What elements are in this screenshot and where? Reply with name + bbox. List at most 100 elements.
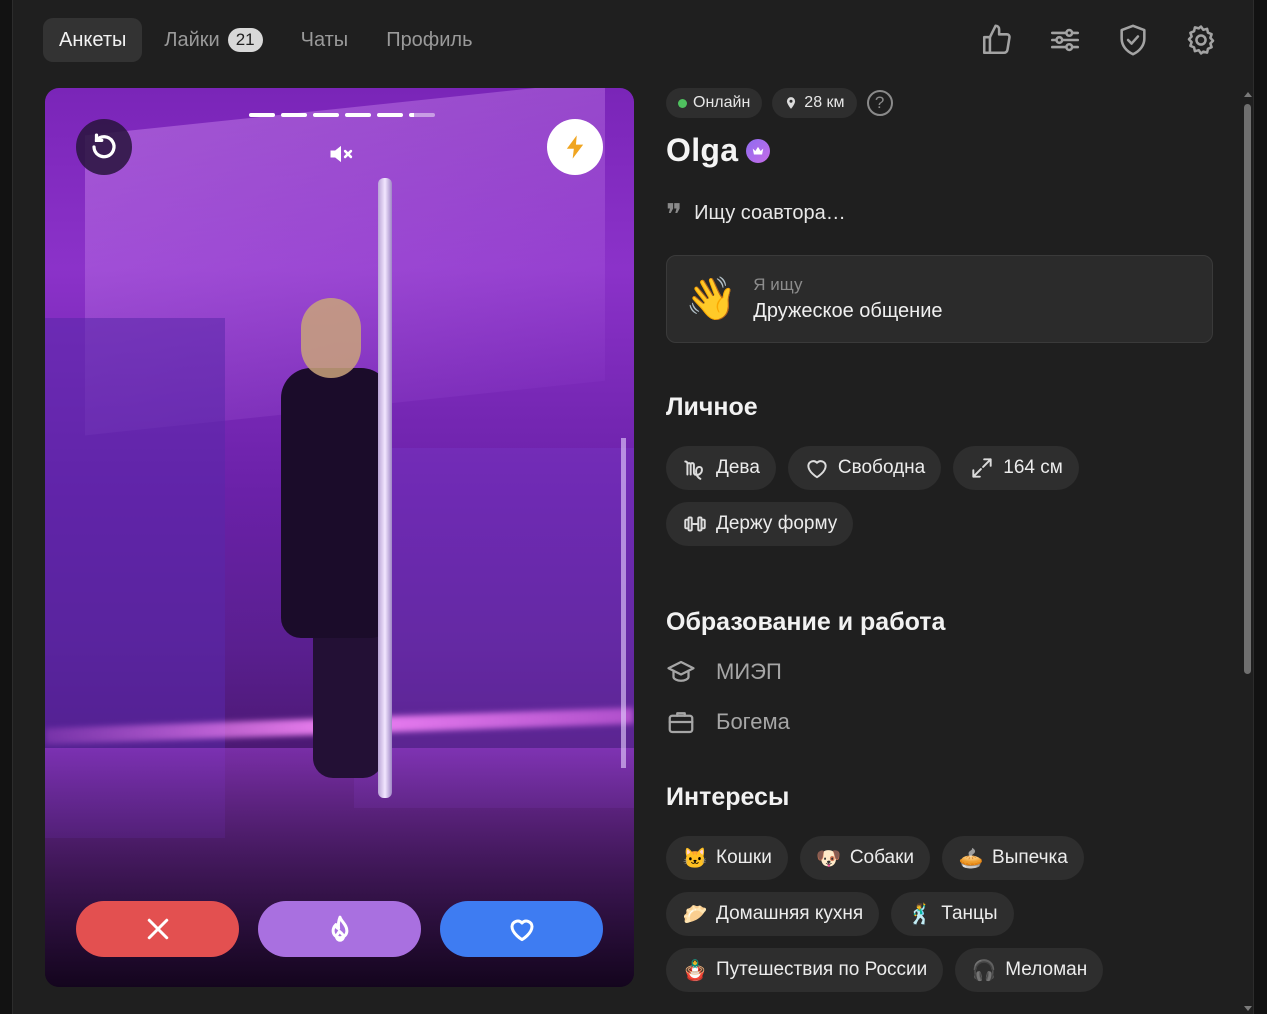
tab-profile[interactable]: Профиль — [370, 18, 488, 62]
matryoshka-icon: 🪆 — [682, 959, 708, 982]
dog-icon: 🐶 — [816, 847, 842, 870]
tag-label: Выпечка — [992, 847, 1068, 868]
education-school: МИЭП — [716, 659, 782, 684]
progress-segment[interactable] — [313, 113, 339, 117]
tag-label: Меломан — [1005, 959, 1088, 980]
progress-segment[interactable] — [345, 113, 371, 117]
interest-tag: 🐶 Собаки — [799, 836, 931, 880]
seeking-card: 👋 Я ищу Дружеское общение — [666, 255, 1213, 343]
scrollbar-thumb[interactable] — [1244, 104, 1251, 674]
virgo-icon — [682, 455, 708, 481]
waving-hand-icon: 👋 — [685, 275, 738, 322]
scroll-down-arrow-icon[interactable] — [1244, 1006, 1252, 1011]
tag-label: Путешествия по России — [716, 959, 928, 980]
online-status-badge: Онлайн — [666, 88, 763, 118]
bio-text: Ищу соавтора… — [694, 201, 846, 224]
graduation-cap-icon — [667, 660, 695, 682]
boost-button[interactable] — [547, 119, 603, 175]
tag-label: Кошки — [716, 847, 772, 868]
tag-label: Танцы — [941, 903, 998, 924]
top-nav: Анкеты Лайки 21 Чаты Профиль — [43, 18, 489, 62]
flame-icon — [331, 915, 348, 942]
dumbbell-icon — [682, 511, 708, 537]
name-row: Olga — [666, 132, 1226, 169]
dislike-button[interactable] — [76, 901, 239, 957]
section-title-interests: Интересы — [666, 783, 790, 811]
education-row: МИЭП — [666, 657, 1226, 687]
interest-tag: 🐱 Кошки — [666, 836, 788, 880]
tag-height: 164 см — [953, 446, 1079, 490]
profile-details: Онлайн 28 км ? Olga ❞ Ищу соавтора… 👋 Я … — [666, 88, 1226, 1014]
dancer-icon: 🕺 — [907, 903, 933, 926]
online-status-label: Онлайн — [693, 94, 751, 111]
progress-segment[interactable] — [249, 113, 275, 117]
work-row: Богема — [666, 707, 1226, 737]
profile-name: Olga — [666, 132, 739, 168]
like-button[interactable] — [440, 901, 603, 957]
swipe-actions — [76, 901, 603, 957]
tag-zodiac: Дева — [666, 446, 776, 490]
online-dot-icon — [678, 98, 687, 108]
tab-chats[interactable]: Чаты — [285, 18, 365, 62]
tag-label: Дева — [716, 457, 760, 478]
muted-speaker-icon — [330, 145, 353, 163]
tag-label: 164 см — [1003, 457, 1063, 478]
progress-segment[interactable] — [409, 113, 435, 117]
interest-tags: 🐱 Кошки 🐶 Собаки 🥧 Выпечка 🥟 Домашняя кухня … — [666, 836, 1126, 992]
tab-label: Лайки — [164, 28, 220, 51]
tag-label: Свободна — [837, 457, 926, 478]
gear-icon[interactable] — [1181, 18, 1221, 62]
quote-icon: ❞ — [666, 198, 683, 233]
thumbs-up-icon[interactable] — [977, 18, 1017, 62]
close-icon — [147, 918, 168, 940]
progress-segment[interactable] — [281, 113, 307, 117]
dumpling-icon: 🥟 — [682, 903, 708, 926]
top-toolbar — [977, 18, 1221, 62]
shield-check-icon[interactable] — [1113, 18, 1153, 62]
briefcase-icon — [668, 712, 694, 734]
app-window: Анкеты Лайки 21 Чаты Профиль Онлайн 28 к… — [12, 0, 1254, 1014]
lightning-icon — [566, 135, 584, 159]
progress-segment[interactable] — [377, 113, 403, 117]
photo-subject — [301, 298, 361, 378]
section-title-personal: Личное — [666, 393, 758, 421]
interest-tag: 🥧 Выпечка — [942, 836, 1084, 880]
superlike-button[interactable] — [258, 901, 421, 957]
likes-count-badge: 21 — [227, 28, 263, 52]
tag-relationship: Свободна — [787, 446, 942, 490]
tag-label: Держу форму — [716, 513, 838, 534]
profile-media-card[interactable] — [45, 88, 634, 987]
crown-icon — [746, 138, 771, 163]
cat-icon: 🐱 — [682, 847, 708, 870]
scroll-up-arrow-icon[interactable] — [1244, 92, 1252, 97]
tab-label: Чаты — [300, 28, 349, 51]
tab-label: Анкеты — [59, 28, 127, 51]
personal-tags: Дева Свободна 164 см Держу форму — [666, 446, 1116, 546]
tab-label: Профиль — [386, 28, 473, 51]
scrollbar[interactable] — [1242, 92, 1254, 1014]
photo-subject — [281, 368, 391, 638]
interest-tag: 🪆 Путешествия по России — [666, 948, 944, 992]
tag-fitness: Держу форму — [666, 502, 854, 546]
distance-badge: 28 км — [772, 88, 857, 118]
tab-likes[interactable]: Лайки 21 — [148, 18, 278, 62]
expand-icon — [969, 455, 995, 481]
media-progress — [249, 113, 435, 117]
seeking-value: Дружеское общение — [753, 300, 943, 322]
interest-tag: 🕺 Танцы — [891, 892, 1014, 936]
status-row: Онлайн 28 км ? — [666, 88, 1226, 118]
tab-profiles[interactable]: Анкеты — [43, 18, 143, 62]
sliders-icon[interactable] — [1045, 18, 1085, 62]
heart-outline-icon — [804, 455, 830, 481]
tag-label: Собаки — [849, 847, 915, 868]
location-pin-icon — [787, 97, 796, 109]
seeking-label: Я ищу — [753, 275, 803, 294]
section-title-education: Образование и работа — [666, 608, 946, 636]
work-place: Богема — [716, 709, 790, 734]
help-icon[interactable]: ? — [866, 90, 893, 116]
mute-button[interactable] — [325, 138, 357, 170]
tag-label: Домашняя кухня — [716, 903, 864, 924]
undo-button[interactable] — [76, 119, 132, 175]
undo-icon — [92, 133, 116, 159]
interest-tag: 🎧 Меломан — [955, 948, 1104, 992]
